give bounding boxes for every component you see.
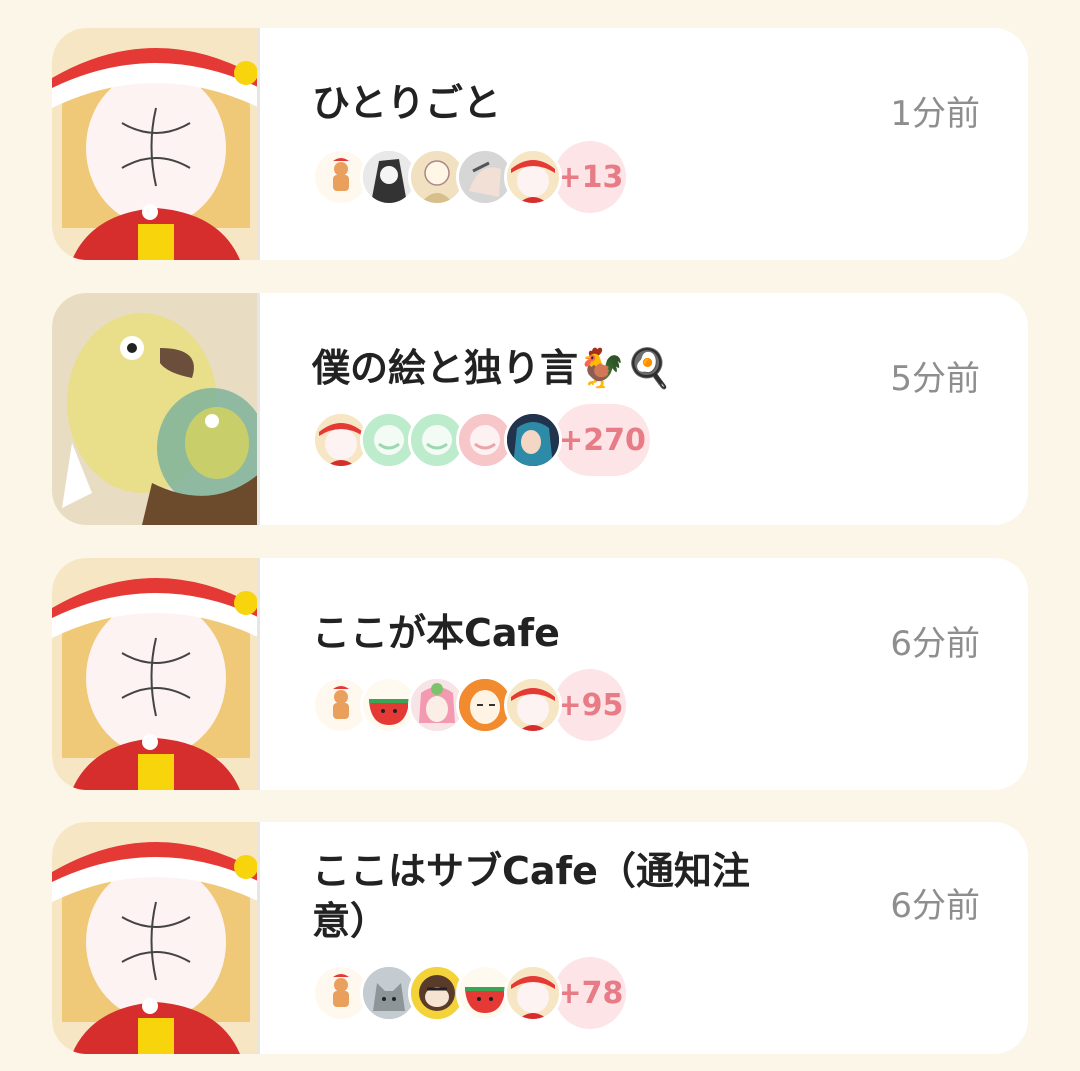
room-card[interactable]: ひとりごと 1分前 +13 — [52, 28, 1028, 260]
santa-girl-avatar-icon — [504, 964, 562, 1022]
yellow-bird-painting-icon — [52, 293, 260, 525]
last-activity-time: 6分前 — [890, 886, 980, 926]
extra-members-badge: +13 — [554, 141, 626, 213]
santa-girl-avatar-icon — [504, 676, 562, 734]
cafe-list: ひとりごと 1分前 +13 僕の絵と独り言🐓🍳 5分前 +270 ここが本Caf… — [0, 0, 1080, 1071]
extra-members-badge: +270 — [554, 404, 650, 476]
blue-hair-avatar-icon — [504, 411, 562, 469]
room-title: ここが本Cafe — [312, 611, 560, 655]
extra-members-badge: +95 — [554, 669, 626, 741]
room-title: 僕の絵と独り言🐓🍳 — [312, 346, 673, 390]
santa-girl-icon — [52, 28, 260, 260]
room-card[interactable]: ここはサブCafe（通知注意） 6分前 +78 — [52, 822, 1028, 1054]
member-avatars[interactable]: +95 — [312, 669, 626, 741]
last-activity-time: 6分前 — [890, 624, 980, 664]
room-card[interactable]: ここが本Cafe 6分前 +95 — [52, 558, 1028, 790]
last-activity-time: 5分前 — [890, 359, 980, 399]
room-title: ここはサブCafe（通知注意） — [312, 849, 750, 943]
santa-girl-icon — [52, 822, 260, 1054]
room-card[interactable]: 僕の絵と独り言🐓🍳 5分前 +270 — [52, 293, 1028, 525]
room-title: ひとりごと — [312, 81, 501, 125]
member-avatars[interactable]: +13 — [312, 141, 626, 213]
santa-girl-avatar-icon — [504, 148, 562, 206]
last-activity-time: 1分前 — [890, 94, 980, 134]
member-avatars[interactable]: +270 — [312, 404, 650, 476]
extra-members-badge: +78 — [554, 957, 626, 1029]
member-avatars[interactable]: +78 — [312, 957, 626, 1029]
santa-girl-icon — [52, 558, 260, 790]
